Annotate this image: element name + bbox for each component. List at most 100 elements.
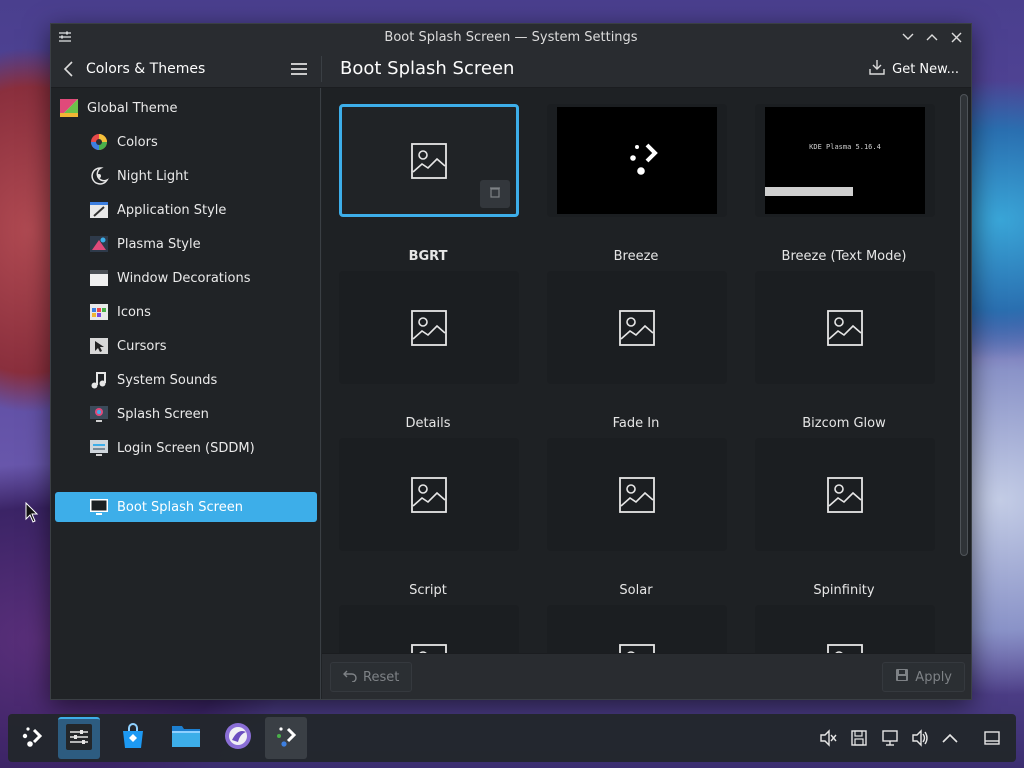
theme-card[interactable] xyxy=(755,605,935,653)
theme-name: Spinfinity xyxy=(813,583,875,598)
titlebar[interactable]: Boot Splash Screen — System Settings xyxy=(51,24,971,50)
theme-card-bizcom-glow[interactable] xyxy=(755,271,935,384)
chevron-up-icon[interactable] xyxy=(940,728,960,748)
sliders-icon xyxy=(57,29,73,45)
kde-logo-icon xyxy=(630,143,658,175)
theme-name: Breeze (Text Mode) xyxy=(781,249,907,264)
apply-button[interactable]: Apply xyxy=(882,662,965,692)
music-note-icon xyxy=(89,370,109,390)
header-bar: Colors & Themes Boot Splash Screen Get N… xyxy=(51,50,971,88)
sidebar-item-label: Splash Screen xyxy=(117,406,209,422)
image-placeholder-icon xyxy=(827,476,863,513)
kde-launcher-icon xyxy=(20,723,46,753)
download-icon xyxy=(868,58,886,80)
cursors-icon xyxy=(89,336,109,356)
theme-card-spinfinity[interactable] xyxy=(755,438,935,551)
theme-card-breeze[interactable] xyxy=(547,104,727,217)
maximize-icon[interactable] xyxy=(923,28,941,46)
sidebar-item-system-sounds[interactable]: System Sounds xyxy=(55,365,317,395)
theme-card-details[interactable] xyxy=(339,271,519,384)
delete-button[interactable] xyxy=(480,180,510,208)
get-new-label: Get New... xyxy=(892,61,959,77)
browser-icon xyxy=(224,722,252,754)
theme-card-bgrt[interactable] xyxy=(339,104,519,217)
volume-icon[interactable] xyxy=(910,728,930,748)
trash-icon xyxy=(489,186,501,202)
theme-card-fade-in[interactable] xyxy=(547,271,727,384)
reset-button[interactable]: Reset xyxy=(330,662,413,692)
back-arrow-icon[interactable] xyxy=(61,60,79,78)
night-light-icon xyxy=(89,166,109,186)
back-button-label[interactable]: Colors & Themes xyxy=(86,61,205,77)
sidebar-item-label: Colors xyxy=(117,134,158,150)
theme-card-script[interactable] xyxy=(339,438,519,551)
get-new-button[interactable]: Get New... xyxy=(868,57,959,81)
splash-screen-icon xyxy=(89,404,109,424)
sidebar-item-label: Plasma Style xyxy=(117,236,201,252)
image-placeholder-icon xyxy=(619,643,655,653)
sidebar-item-icons[interactable]: Icons xyxy=(55,297,317,327)
footer-bar: Reset Apply xyxy=(322,653,971,699)
image-placeholder-icon xyxy=(619,309,655,346)
theme-name: Breeze xyxy=(613,249,659,264)
sidebar-item-label: Application Style xyxy=(117,202,227,218)
sidebar-item-application-style[interactable]: Application Style xyxy=(55,195,317,225)
page-title: Boot Splash Screen xyxy=(340,58,515,79)
sidebar-item-cursors[interactable]: Cursors xyxy=(55,331,317,361)
theme-name: Solar xyxy=(619,583,653,598)
vertical-scrollbar[interactable] xyxy=(960,94,968,556)
text-mode-thumbnail: KDE Plasma 5.16.4 xyxy=(765,107,925,214)
sidebar-item-login-screen[interactable]: Login Screen (SDDM) xyxy=(55,433,317,463)
theme-card[interactable] xyxy=(547,605,727,653)
sidebar-item-label: Icons xyxy=(117,304,151,320)
theme-card-solar[interactable] xyxy=(547,438,727,551)
sidebar-item-label: Cursors xyxy=(117,338,167,354)
save-icon xyxy=(895,668,909,686)
close-icon[interactable] xyxy=(947,28,965,46)
save-icon[interactable] xyxy=(849,728,869,748)
sidebar-item-global-theme[interactable]: Global Theme xyxy=(55,93,317,123)
sliders-icon xyxy=(65,723,93,755)
theme-name: Fade In xyxy=(612,416,660,431)
sidebar-item-splash-screen[interactable]: Splash Screen xyxy=(55,399,317,429)
taskbar-browser[interactable] xyxy=(217,717,259,759)
theme-name: Script xyxy=(409,583,447,598)
sidebar-item-label: Night Light xyxy=(117,168,189,184)
minimize-icon[interactable] xyxy=(899,28,917,46)
image-placeholder-icon xyxy=(411,142,447,179)
sidebar-item-colors[interactable]: Colors xyxy=(55,127,317,157)
icons-icon xyxy=(89,302,109,322)
taskbar-discover[interactable] xyxy=(112,717,154,759)
application-launcher-button[interactable] xyxy=(12,717,54,759)
apply-label: Apply xyxy=(915,669,952,685)
sidebar-item-window-decorations[interactable]: Window Decorations xyxy=(55,263,317,293)
window-title: Boot Splash Screen — System Settings xyxy=(384,29,638,45)
monitor-icon xyxy=(89,497,109,517)
scrollbar-thumb[interactable] xyxy=(960,94,968,556)
header-separator xyxy=(321,56,322,82)
hamburger-icon[interactable] xyxy=(289,60,309,78)
sidebar: Global Theme Colors Night Light Applicat… xyxy=(51,88,321,699)
sidebar-item-label: Window Decorations xyxy=(117,270,251,286)
image-placeholder-icon xyxy=(827,309,863,346)
taskbar-file-manager[interactable] xyxy=(165,717,207,759)
theme-card-breeze-text-mode[interactable]: KDE Plasma 5.16.4 xyxy=(755,104,935,217)
sidebar-item-boot-splash-screen[interactable]: Boot Splash Screen xyxy=(55,492,317,522)
show-desktop-icon[interactable] xyxy=(982,728,1002,748)
sidebar-item-plasma-style[interactable]: Plasma Style xyxy=(55,229,317,259)
image-placeholder-icon xyxy=(827,643,863,653)
taskbar-splash-preview[interactable] xyxy=(265,717,307,759)
shopping-bag-icon xyxy=(119,722,147,754)
colors-icon xyxy=(89,132,109,152)
plasma-style-icon xyxy=(89,234,109,254)
sidebar-item-label: Boot Splash Screen xyxy=(117,499,243,515)
progress-bar xyxy=(765,187,853,196)
sidebar-item-night-light[interactable]: Night Light xyxy=(55,161,317,191)
volume-muted-icon[interactable] xyxy=(818,728,838,748)
theme-card[interactable] xyxy=(339,605,519,653)
theme-name: Details xyxy=(405,416,451,431)
network-icon[interactable] xyxy=(880,728,900,748)
system-settings-window: Boot Splash Screen — System Settings Col… xyxy=(50,23,972,700)
taskbar-system-settings[interactable] xyxy=(58,717,100,759)
sidebar-item-label: Login Screen (SDDM) xyxy=(117,440,255,456)
